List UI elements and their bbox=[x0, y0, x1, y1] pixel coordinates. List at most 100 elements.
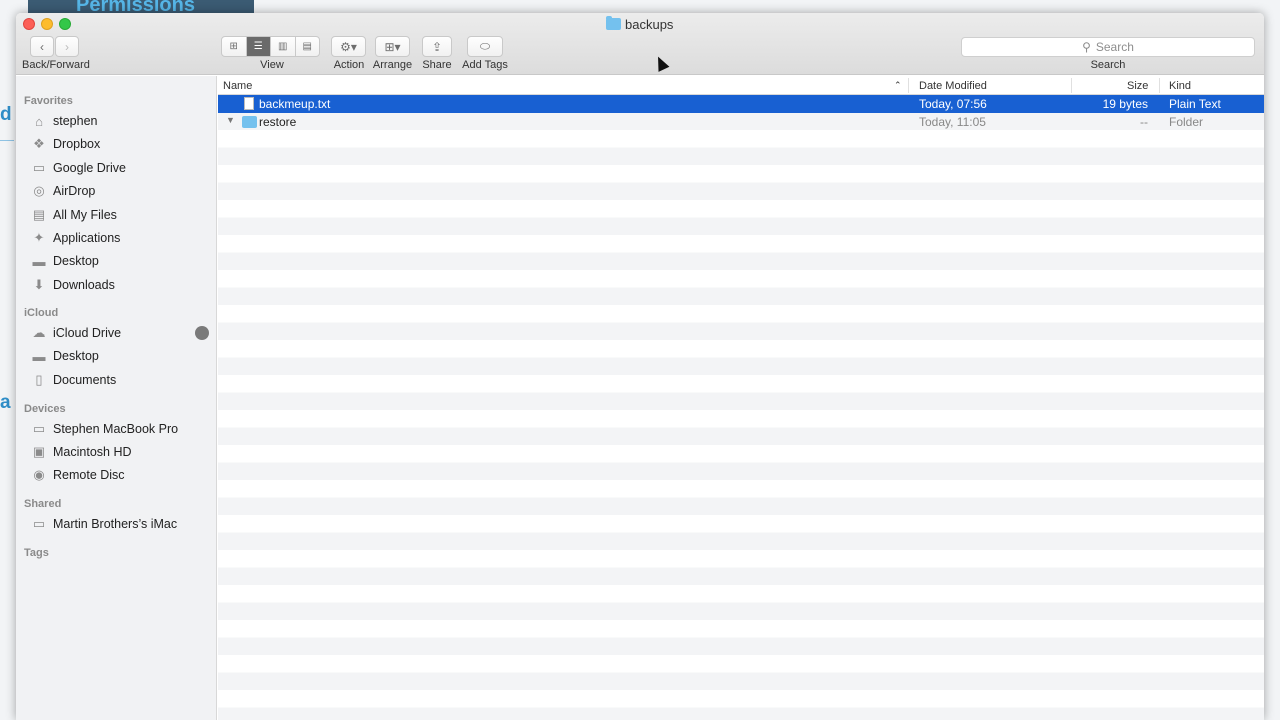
sidebar-header-devices: Devices bbox=[24, 403, 66, 415]
sidebar-header-icloud: iCloud bbox=[24, 307, 59, 319]
column-divider[interactable] bbox=[908, 78, 909, 93]
sidebar-item-macbook[interactable]: ▭ Stephen MacBook Pro bbox=[31, 419, 211, 439]
sidebar-item-imac[interactable]: ▭ Martin Brothers’s iMac bbox=[31, 514, 211, 534]
minimize-button[interactable] bbox=[41, 18, 53, 30]
file-date: Today, 11:05 bbox=[919, 114, 986, 129]
sidebar-item-label: Macintosh HD bbox=[53, 445, 132, 459]
sidebar-item-remote-disc[interactable]: ◉ Remote Disc bbox=[31, 465, 211, 485]
disclosure-triangle-icon[interactable]: ▼ bbox=[226, 115, 235, 125]
sidebar-item-desktop[interactable]: ▬ Desktop bbox=[31, 251, 211, 271]
sidebar-item-label: Stephen MacBook Pro bbox=[53, 422, 179, 436]
sidebar-item-label: Desktop bbox=[53, 349, 99, 363]
cover-flow-icon[interactable]: ▤ bbox=[296, 37, 320, 56]
share-label: Share bbox=[422, 59, 452, 71]
sidebar-item-google-drive[interactable]: ▭ Google Drive bbox=[31, 158, 211, 178]
folder-icon bbox=[606, 16, 621, 30]
gear-icon: ⚙▾ bbox=[340, 39, 357, 54]
column-header: Name ⌃ Date Modified Size Kind bbox=[218, 76, 1264, 95]
home-icon: ⌂ bbox=[35, 113, 43, 129]
cloud-icon: ☁ bbox=[32, 325, 46, 340]
column-size[interactable]: Size bbox=[1127, 80, 1148, 92]
file-rows: backmeup.txt Today, 07:56 19 bytes Plain… bbox=[218, 95, 1264, 720]
file-size: -- bbox=[1140, 114, 1148, 129]
column-kind[interactable]: Kind bbox=[1169, 80, 1191, 92]
titlebar: backups ‹ › Back/Forward ⊞ ☰ ▥ ▤ View ⚙▾… bbox=[16, 13, 1264, 75]
text-file-icon bbox=[244, 97, 254, 110]
sidebar-item-icloud-drive[interactable]: ☁ iCloud Drive bbox=[31, 323, 211, 343]
table-row[interactable]: ▼ restore Today, 11:05 -- Folder bbox=[218, 113, 1264, 131]
search-icon: ⚲ bbox=[1082, 40, 1091, 54]
list-view-icon[interactable]: ☰ bbox=[246, 37, 271, 56]
add-tags-button[interactable]: ⬭ bbox=[467, 36, 503, 57]
back-button[interactable]: ‹ bbox=[30, 36, 54, 57]
column-divider[interactable] bbox=[1159, 78, 1160, 93]
desktop-icon: ▬ bbox=[32, 348, 46, 364]
window-title: backups bbox=[606, 16, 673, 32]
sidebar-item-label: Applications bbox=[53, 231, 121, 245]
file-size: 19 bytes bbox=[1102, 97, 1148, 111]
column-date-modified[interactable]: Date Modified bbox=[919, 80, 987, 92]
sidebar-item-stephen[interactable]: ⌂ stephen bbox=[31, 111, 211, 131]
file-kind: Plain Text bbox=[1169, 97, 1221, 111]
laptop-icon: ▭ bbox=[32, 421, 46, 436]
background-letter: a bbox=[0, 392, 11, 413]
applications-icon: ✦ bbox=[33, 230, 45, 245]
view-mode-control[interactable]: ⊞ ☰ ▥ ▤ bbox=[221, 36, 320, 57]
forward-button[interactable]: › bbox=[55, 36, 79, 57]
sidebar-item-macintosh-hd[interactable]: ▣ Macintosh HD bbox=[31, 442, 211, 462]
finder-window: backups ‹ › Back/Forward ⊞ ☰ ▥ ▤ View ⚙▾… bbox=[16, 13, 1264, 720]
sidebar-item-applications[interactable]: ✦ Applications bbox=[31, 228, 211, 248]
file-name: backmeup.txt bbox=[259, 97, 331, 111]
sidebar-item-label: Google Drive bbox=[53, 161, 126, 175]
disc-icon: ◉ bbox=[33, 467, 45, 482]
sidebar-item-airdrop[interactable]: ◎ AirDrop bbox=[31, 181, 211, 201]
imac-icon: ▭ bbox=[32, 516, 46, 531]
share-button[interactable]: ⇪ bbox=[422, 36, 452, 57]
background-line bbox=[0, 140, 14, 141]
sidebar-item-icloud-desktop[interactable]: ▬ Desktop bbox=[31, 346, 211, 366]
background-letter: d bbox=[0, 104, 12, 125]
column-divider[interactable] bbox=[1071, 78, 1072, 93]
sidebar-item-label: Documents bbox=[53, 373, 117, 387]
sidebar-item-label: Martin Brothers’s iMac bbox=[53, 517, 178, 531]
sidebar-item-dropbox[interactable]: ❖ Dropbox bbox=[31, 134, 211, 154]
sidebar-item-label: stephen bbox=[53, 114, 98, 128]
search-placeholder: Search bbox=[1095, 40, 1134, 54]
sidebar-item-label: All My Files bbox=[53, 208, 117, 222]
sidebar-item-label: Dropbox bbox=[53, 137, 101, 151]
window-title-text: backups bbox=[625, 16, 674, 32]
table-row[interactable]: backmeup.txt Today, 07:56 19 bytes Plain… bbox=[218, 95, 1264, 113]
search-input[interactable]: ⚲ Search bbox=[961, 37, 1255, 57]
search-label: Search bbox=[1090, 59, 1126, 71]
sidebar: Favorites ⌂ stephen ❖ Dropbox ▭ Google Driv… bbox=[16, 76, 217, 720]
action-button[interactable]: ⚙▾ bbox=[331, 36, 366, 57]
sort-ascending-icon: ⌃ bbox=[894, 80, 902, 90]
file-date: Today, 07:56 bbox=[919, 97, 987, 111]
desktop-icon: ▬ bbox=[32, 253, 46, 269]
view-label: View bbox=[260, 59, 284, 71]
arrange-button[interactable]: ⊞▾ bbox=[375, 36, 410, 57]
file-list: Name ⌃ Date Modified Size Kind backmeup.… bbox=[218, 76, 1264, 720]
arrange-label: Arrange bbox=[372, 59, 413, 71]
column-name[interactable]: Name bbox=[223, 80, 252, 92]
tag-icon: ⬭ bbox=[479, 39, 491, 53]
file-kind: Folder bbox=[1169, 114, 1204, 129]
close-button[interactable] bbox=[23, 18, 35, 30]
share-icon: ⇪ bbox=[431, 39, 443, 54]
sidebar-item-downloads[interactable]: ⬇ Downloads bbox=[31, 275, 211, 295]
sidebar-header-favorites: Favorites bbox=[24, 95, 73, 107]
sidebar-item-all-my-files[interactable]: ▤ All My Files bbox=[31, 205, 211, 225]
sidebar-item-documents[interactable]: ▯ Documents bbox=[31, 370, 211, 390]
arrange-grid-icon: ⊞▾ bbox=[384, 39, 401, 54]
sidebar-item-label: Downloads bbox=[53, 278, 115, 292]
chevron-right-icon: › bbox=[65, 39, 69, 54]
column-view-icon[interactable]: ▥ bbox=[271, 37, 296, 56]
chevron-left-icon: ‹ bbox=[40, 39, 44, 54]
sidebar-header-shared: Shared bbox=[24, 498, 62, 510]
sidebar-item-label: AirDrop bbox=[53, 184, 96, 198]
all-files-icon: ▤ bbox=[32, 207, 46, 222]
add-tags-label: Add Tags bbox=[462, 59, 508, 71]
icon-view-icon[interactable]: ⊞ bbox=[222, 37, 247, 56]
maximize-button[interactable] bbox=[59, 18, 71, 30]
action-label: Action bbox=[333, 59, 365, 71]
